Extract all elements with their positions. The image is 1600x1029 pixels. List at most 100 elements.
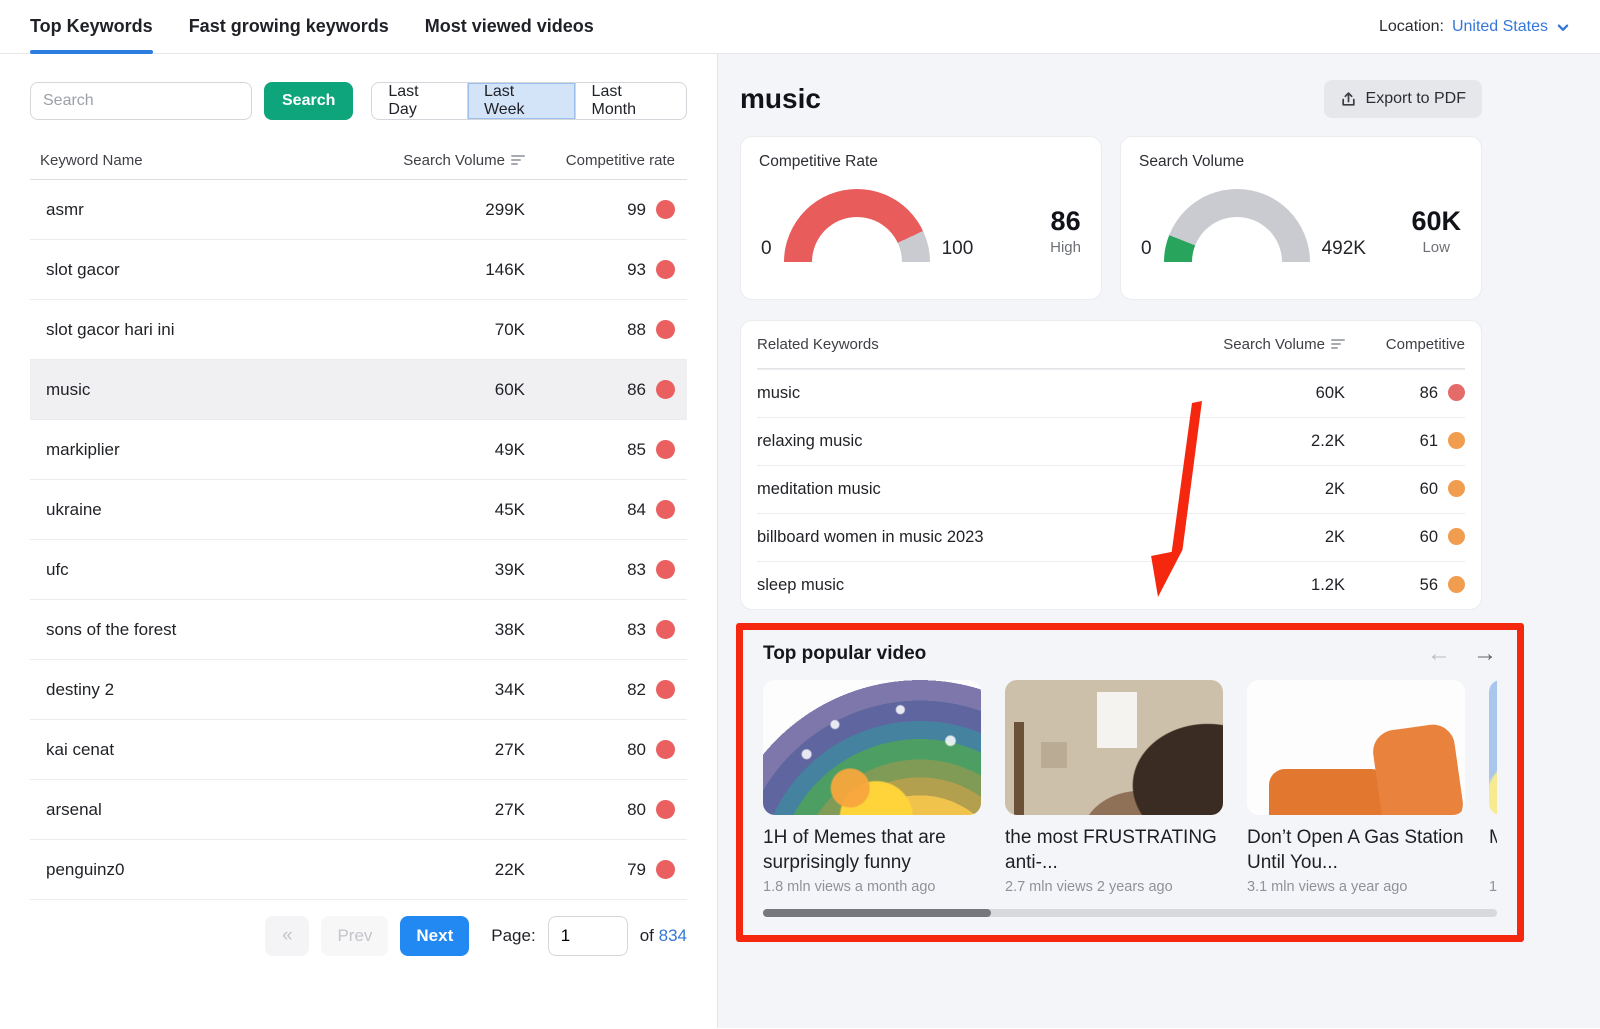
related-keywords-card: Related Keywords Search Volume Competiti… [740, 320, 1482, 610]
table-row[interactable]: arsenal 27K 80 [30, 780, 687, 840]
search-input[interactable] [30, 82, 252, 120]
table-row[interactable]: kai cenat 27K 80 [30, 720, 687, 780]
gauge-max-label: 492K [1322, 238, 1366, 260]
table-row[interactable]: sons of the forest 38K 83 [30, 600, 687, 660]
app-root: Top Keywords Fast growing keywords Most … [0, 0, 1600, 1028]
total-pages-link[interactable]: 834 [659, 926, 687, 945]
video-meta: 2.7 mln views 2 years ago [1005, 879, 1223, 895]
export-pdf-button[interactable]: Export to PDF [1324, 80, 1482, 118]
column-competitive-rate: Competitive rate [525, 152, 675, 169]
related-row[interactable]: relaxing music 2.2K 61 [757, 417, 1465, 465]
carousel-next-icon[interactable]: → [1473, 642, 1497, 666]
carousel-scrollbar-thumb[interactable] [763, 909, 991, 917]
related-row[interactable]: music 60K 86 [757, 369, 1465, 417]
gauge-value: 60K [1411, 207, 1461, 237]
table-row[interactable]: slot gacor hari ini 70K 88 [30, 300, 687, 360]
competitive-rate: 82 [525, 680, 675, 700]
first-page-button[interactable]: « [265, 916, 309, 956]
video-carousel: 1H of Memes that are surprisingly funny … [763, 680, 1497, 895]
keyword-name: ufc [46, 560, 365, 580]
video-title: 1H of Memes that are surprisingly funny [763, 825, 981, 875]
keyword-name: relaxing music [757, 432, 1175, 451]
video-card[interactable]: Don’t Open A Gas Station Until You... 3.… [1247, 680, 1465, 895]
page-number-input[interactable] [548, 916, 628, 956]
search-volume: 45K [365, 500, 525, 520]
gauge-max-label: 100 [942, 238, 974, 260]
table-row[interactable]: ufc 39K 83 [30, 540, 687, 600]
competitive-rate: 99 [525, 200, 675, 220]
keyword-name: sons of the forest [46, 620, 365, 640]
search-volume: 2K [1175, 480, 1345, 499]
tab-most-viewed-videos[interactable]: Most viewed videos [425, 0, 594, 53]
keyword-name: meditation music [757, 480, 1175, 499]
pagination: « Prev Next Page: of 834 [30, 900, 687, 956]
related-row[interactable]: meditation music 2K 60 [757, 465, 1465, 513]
search-volume: 49K [365, 440, 525, 460]
gauge-body: 0 492K 60K Low [1139, 189, 1463, 262]
rate-dot [1448, 384, 1465, 401]
top-navigation-bar: Top Keywords Fast growing keywords Most … [0, 0, 1600, 54]
tab-fast-growing-keywords[interactable]: Fast growing keywords [189, 0, 389, 53]
search-volume: 60K [1175, 384, 1345, 403]
video-card[interactable]: the most FRUSTRATING anti-... 2.7 mln vi… [1005, 680, 1223, 895]
related-keywords-header: Related Keywords Search Volume Competiti… [757, 321, 1465, 369]
keywords-panel: Search Last Day Last Week Last Month Key… [0, 54, 718, 1028]
video-meta: 107 [1489, 879, 1497, 895]
rate-dot [656, 320, 675, 339]
location-value[interactable]: United States [1452, 18, 1548, 36]
gauge-title: Competitive Rate [759, 153, 1083, 171]
related-row[interactable]: sleep music 1.2K 56 [757, 561, 1465, 609]
rate-dot [656, 500, 675, 519]
search-button[interactable]: Search [264, 82, 353, 120]
carousel-prev-icon[interactable]: ← [1427, 642, 1451, 666]
table-row[interactable]: markiplier 49K 85 [30, 420, 687, 480]
column-competitive: Competitive [1345, 336, 1465, 353]
gauge-title: Search Volume [1139, 153, 1463, 171]
sort-icon[interactable] [1331, 337, 1345, 354]
search-volume: 1.2K [1175, 576, 1345, 595]
gauge-body: 0 100 86 High [759, 189, 1083, 262]
video-card[interactable]: 1H of Memes that are surprisingly funny … [763, 680, 981, 895]
competitive-rate: 88 [525, 320, 675, 340]
table-row[interactable]: asmr 299K 99 [30, 180, 687, 240]
keyword-name: kai cenat [46, 740, 365, 760]
table-row[interactable]: penguinz0 22K 79 [30, 840, 687, 900]
competitive-rate: 86 [1345, 384, 1465, 403]
rate-dot [656, 200, 675, 219]
keyword-name: penguinz0 [46, 860, 365, 880]
rate-dot [1448, 480, 1465, 497]
time-filter-last-week[interactable]: Last Week [467, 83, 575, 119]
table-row[interactable]: ukraine 45K 84 [30, 480, 687, 540]
keyword-name: music [46, 380, 365, 400]
competitive-rate: 60 [1345, 528, 1465, 547]
time-filter-last-month[interactable]: Last Month [575, 83, 686, 119]
next-page-button[interactable]: Next [400, 916, 469, 956]
tab-label: Most viewed videos [425, 16, 594, 37]
search-volume: 38K [365, 620, 525, 640]
related-row[interactable]: billboard women in music 2023 2K 60 [757, 513, 1465, 561]
search-volume: 2.2K [1175, 432, 1345, 451]
search-volume: 2K [1175, 528, 1345, 547]
keyword-name: slot gacor hari ini [46, 320, 365, 340]
sort-icon[interactable] [511, 153, 525, 170]
keyword-name: ukraine [46, 500, 365, 520]
carousel-scrollbar[interactable] [763, 909, 1497, 917]
prev-page-button[interactable]: Prev [321, 916, 388, 956]
table-row[interactable]: destiny 2 34K 82 [30, 660, 687, 720]
column-related-keywords: Related Keywords [757, 336, 1175, 353]
time-filter-group: Last Day Last Week Last Month [371, 82, 687, 120]
video-card-clipped[interactable]: Ma Du 107 [1489, 680, 1497, 895]
tab-top-keywords[interactable]: Top Keywords [30, 0, 153, 53]
video-title: the most FRUSTRATING anti-... [1005, 825, 1223, 875]
gauge-min-label: 0 [761, 238, 772, 260]
rate-dot [656, 260, 675, 279]
time-filter-last-day[interactable]: Last Day [372, 83, 467, 119]
table-row[interactable]: slot gacor 146K 93 [30, 240, 687, 300]
competitive-rate: 86 [525, 380, 675, 400]
gauge-level: Low [1411, 239, 1461, 256]
location-selector[interactable]: Location: United States [1379, 0, 1570, 53]
export-icon [1340, 91, 1357, 108]
competitive-rate: 56 [1345, 576, 1465, 595]
table-row-selected[interactable]: music 60K 86 [30, 360, 687, 420]
page-title: music [740, 83, 821, 115]
